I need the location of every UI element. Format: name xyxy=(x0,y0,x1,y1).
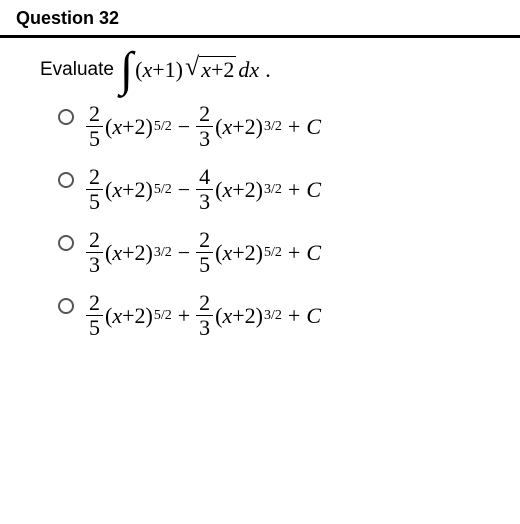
fraction: 2 5 xyxy=(86,292,103,339)
question-prompt: Evaluate ∫ ( x + 1 ) √ x+2 dx . xyxy=(40,56,492,83)
answer-option[interactable]: 2 5 (x+2) 5/2 − 2 3 (x+2) 3/2 + C xyxy=(58,103,492,150)
question-header: Question 32 xyxy=(0,0,520,38)
radio-input[interactable] xyxy=(58,235,74,251)
answer-option[interactable]: 2 5 (x+2) 5/2 + 2 3 (x+2) 3/2 + C xyxy=(58,292,492,339)
fraction: 2 5 xyxy=(86,103,103,150)
sqrt-icon: √ x+2 xyxy=(185,56,236,83)
fraction: 2 3 xyxy=(196,103,213,150)
fraction: 4 3 xyxy=(196,166,213,213)
integral-expression: ∫ ( x + 1 ) √ x+2 dx . xyxy=(120,56,271,83)
answer-math: 2 5 (x+2) 5/2 − 2 3 (x+2) 3/2 + C xyxy=(84,103,321,150)
answer-math: 2 5 (x+2) 5/2 − 4 3 (x+2) 3/2 + C xyxy=(84,166,321,213)
options-list: 2 5 (x+2) 5/2 − 2 3 (x+2) 3/2 + C 2 xyxy=(40,103,492,339)
answer-option[interactable]: 2 5 (x+2) 5/2 − 4 3 (x+2) 3/2 + C xyxy=(58,166,492,213)
radio-input[interactable] xyxy=(58,298,74,314)
radio-input[interactable] xyxy=(58,109,74,125)
fraction: 2 3 xyxy=(86,229,103,276)
question-body: Evaluate ∫ ( x + 1 ) √ x+2 dx . 2 xyxy=(0,38,520,339)
answer-math: 2 3 (x+2) 3/2 − 2 5 (x+2) 5/2 + C xyxy=(84,229,321,276)
fraction: 2 5 xyxy=(86,166,103,213)
question-title: Question 32 xyxy=(16,8,119,28)
fraction: 2 5 xyxy=(196,229,213,276)
radio-input[interactable] xyxy=(58,172,74,188)
fraction: 2 3 xyxy=(196,292,213,339)
answer-option[interactable]: 2 3 (x+2) 3/2 − 2 5 (x+2) 5/2 + C xyxy=(58,229,492,276)
answer-math: 2 5 (x+2) 5/2 + 2 3 (x+2) 3/2 + C xyxy=(84,292,321,339)
evaluate-label: Evaluate xyxy=(40,59,114,81)
